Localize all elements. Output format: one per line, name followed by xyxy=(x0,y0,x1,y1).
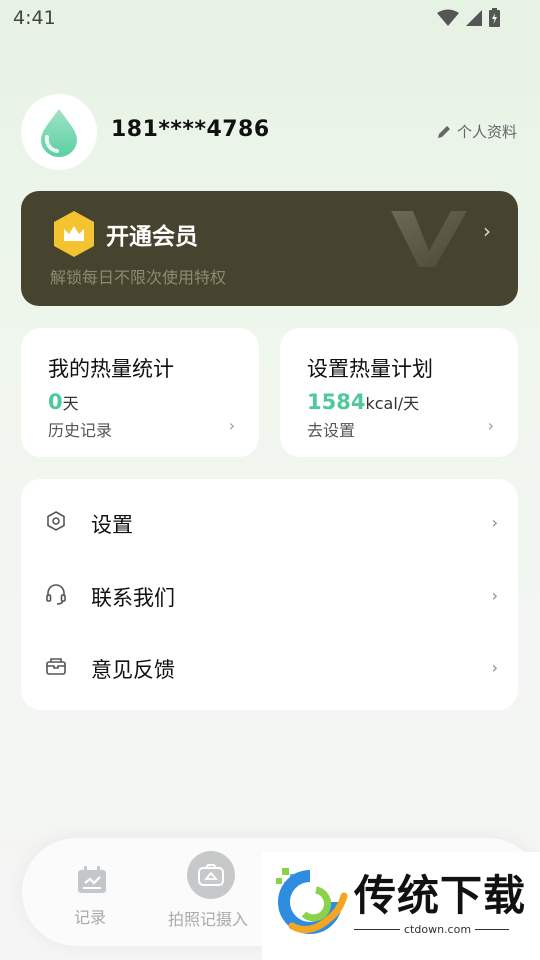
vip-arrow-icon: › xyxy=(483,219,491,243)
user-phone: 181****4786 xyxy=(111,117,270,142)
chevron-right-icon: › xyxy=(491,658,498,677)
stat-number: 0 xyxy=(48,390,63,414)
status-icons xyxy=(437,8,500,27)
feedback-box-icon xyxy=(46,658,66,675)
watermark: 传统下载 ctdown.com xyxy=(262,852,540,960)
chevron-right-icon: › xyxy=(487,416,494,435)
menu-item-label: 设置 xyxy=(91,513,133,537)
stat-number: 1584 xyxy=(307,390,366,414)
chevron-right-icon: › xyxy=(491,586,498,605)
stat-unit: 天 xyxy=(62,394,79,413)
cellular-signal-icon xyxy=(466,9,482,26)
calorie-stats-card[interactable]: 我的热量统计 0天 历史记录 › xyxy=(21,328,259,457)
vip-title: 开通会员 xyxy=(106,224,198,250)
camera-icon xyxy=(198,864,224,886)
edit-profile-label: 个人资料 xyxy=(456,123,517,141)
hexagon-settings-icon xyxy=(47,511,65,531)
wifi-icon xyxy=(437,9,459,26)
chevron-right-icon: › xyxy=(491,513,498,532)
chevron-right-icon: › xyxy=(228,416,235,435)
watermark-url: ctdown.com xyxy=(400,923,476,936)
stat-value: 0天 xyxy=(48,390,79,414)
camera-button[interactable] xyxy=(187,851,235,899)
stat-unit: kcal/天 xyxy=(365,394,420,413)
stat-value: 1584kcal/天 xyxy=(307,390,419,414)
water-drop-icon xyxy=(41,109,77,157)
menu-item-label: 意见反馈 xyxy=(91,658,175,682)
battery-icon xyxy=(489,8,500,27)
tab-photo-label[interactable]: 拍照记摄入 xyxy=(168,906,248,930)
vip-subtitle: 解锁每日不限次使用特权 xyxy=(50,268,227,287)
stat-title: 我的热量统计 xyxy=(48,357,174,381)
watermark-text: 传统下载 xyxy=(354,871,527,920)
menu-item-settings[interactable]: 设置 › xyxy=(21,485,518,557)
edit-profile-link[interactable]: 个人资料 xyxy=(437,121,517,142)
stat-title: 设置热量计划 xyxy=(307,357,433,381)
vip-card[interactable]: 开通会员 解锁每日不限次使用特权 › xyxy=(21,191,518,306)
big-v-logo-icon xyxy=(391,211,467,267)
settings-menu: 设置 › 联系我们 › 意见反馈 › xyxy=(21,479,518,710)
menu-item-feedback[interactable]: 意见反馈 › xyxy=(21,630,518,702)
calorie-plan-card[interactable]: 设置热量计划 1584kcal/天 去设置 › xyxy=(280,328,518,457)
menu-item-contact[interactable]: 联系我们 › xyxy=(21,558,518,630)
calendar-record-icon xyxy=(78,866,106,893)
pencil-icon xyxy=(437,126,450,138)
tab-record-label[interactable]: 记录 xyxy=(74,904,106,928)
watermark-logo-icon xyxy=(276,868,348,934)
stat-subtitle: 历史记录 xyxy=(48,421,113,440)
status-time: 4:41 xyxy=(13,7,56,29)
avatar[interactable] xyxy=(21,94,97,170)
tab-record[interactable] xyxy=(74,866,110,898)
headset-icon xyxy=(46,584,66,605)
crown-badge-icon xyxy=(54,211,94,257)
stat-subtitle: 去设置 xyxy=(307,421,356,440)
menu-item-label: 联系我们 xyxy=(91,586,175,610)
